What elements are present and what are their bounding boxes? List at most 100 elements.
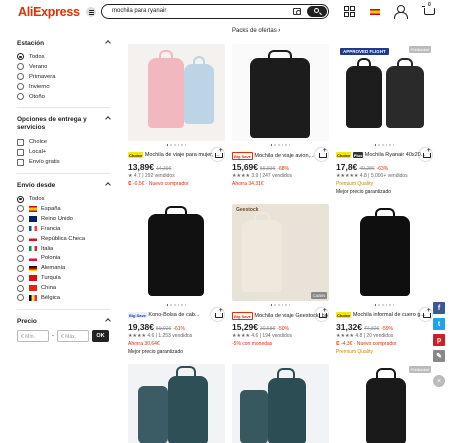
spain-flag-icon[interactable]	[370, 9, 380, 15]
ship-from-option[interactable]: Turquía	[17, 273, 110, 283]
carousel-dot[interactable]	[274, 304, 276, 306]
carousel-dot[interactable]	[177, 144, 180, 146]
product-image[interactable]	[232, 364, 329, 443]
product-image[interactable]	[128, 204, 225, 301]
season-option[interactable]: Primavera	[17, 72, 110, 82]
carousel-dot[interactable]	[274, 144, 276, 146]
carousel-dot[interactable]	[385, 304, 388, 306]
delivery-filter-title[interactable]: Opciones de entrega y servicios	[17, 116, 111, 132]
product-image[interactable]	[232, 44, 329, 141]
edit-icon[interactable]: ✎	[433, 350, 445, 362]
menu-icon[interactable]	[86, 7, 96, 17]
search-input[interactable]: mochila para ryanair	[112, 8, 166, 14]
radio-button[interactable]	[17, 235, 24, 243]
image-carousel-dots[interactable]	[128, 304, 225, 306]
radio-button[interactable]	[17, 195, 24, 203]
product-image[interactable]: Geestock CABIN	[232, 204, 329, 301]
carousel-dot[interactable]	[270, 144, 273, 146]
checkbox[interactable]	[17, 158, 24, 166]
carousel-dot[interactable]	[378, 144, 380, 146]
search-bar[interactable]: mochila para ryanair	[101, 4, 329, 19]
carousel-dot[interactable]	[374, 304, 377, 306]
ship-from-option[interactable]: China	[17, 283, 110, 293]
aliexpress-logo[interactable]: AliExpress	[18, 5, 80, 19]
close-icon[interactable]: ×	[433, 375, 445, 387]
camera-search-icon[interactable]	[293, 8, 301, 15]
season-option[interactable]: Verano	[17, 62, 110, 72]
ship-from-option[interactable]: Bélgica	[17, 293, 110, 303]
ship-from-option[interactable]: Reino Unido	[17, 214, 110, 224]
image-carousel-dots[interactable]	[232, 144, 329, 146]
carousel-dot[interactable]	[170, 304, 172, 306]
carousel-dot[interactable]	[173, 144, 176, 146]
radio-button[interactable]	[17, 83, 24, 91]
carousel-dot[interactable]	[181, 304, 183, 306]
image-carousel-dots[interactable]	[232, 304, 329, 306]
radio-button[interactable]	[17, 53, 24, 61]
carousel-dot[interactable]	[281, 144, 284, 146]
delivery-option[interactable]: Envío gratis	[17, 157, 110, 167]
carousel-dot[interactable]	[288, 144, 291, 146]
account-icon[interactable]	[394, 5, 408, 19]
chevron-up-icon[interactable]	[105, 318, 111, 324]
chevron-up-icon[interactable]	[105, 182, 111, 188]
qr-code-icon[interactable]	[344, 6, 355, 17]
price-ok-button[interactable]: OK	[92, 329, 109, 342]
product-image[interactable]	[128, 364, 225, 443]
carousel-dot[interactable]	[277, 144, 280, 146]
season-option[interactable]: Invierno	[17, 82, 110, 92]
ship-from-option[interactable]: Todos	[17, 194, 110, 204]
carousel-dot[interactable]	[281, 304, 284, 306]
carousel-dot[interactable]	[392, 144, 395, 146]
season-filter-title[interactable]: Estación	[17, 40, 111, 47]
ship-from-option[interactable]: Italia	[17, 244, 110, 254]
chevron-up-icon[interactable]	[105, 116, 111, 123]
packs-de-ofertas-link[interactable]: Packs de ofertas ›	[232, 28, 280, 34]
carousel-dot[interactable]	[277, 304, 280, 306]
delivery-option[interactable]: Local+	[17, 147, 110, 157]
radio-button[interactable]	[17, 245, 24, 253]
radio-button[interactable]	[17, 215, 24, 223]
carousel-dot[interactable]	[285, 304, 287, 306]
radio-button[interactable]	[17, 284, 24, 292]
ship-from-option[interactable]: Alemania	[17, 263, 110, 273]
carousel-dot[interactable]	[374, 144, 377, 146]
radio-button[interactable]	[17, 294, 24, 302]
twitter-share-icon[interactable]: t	[433, 318, 445, 330]
pinterest-share-icon[interactable]: p	[433, 334, 445, 346]
radio-button[interactable]	[17, 254, 24, 262]
season-option[interactable]: Todos	[17, 52, 110, 62]
ship-from-option[interactable]: Polonia	[17, 253, 110, 263]
carousel-dot[interactable]	[381, 144, 384, 146]
carousel-dot[interactable]	[184, 144, 187, 146]
radio-button[interactable]	[17, 93, 24, 100]
season-option[interactable]: Otoño	[17, 92, 110, 102]
ship-from-option[interactable]: España	[17, 204, 110, 214]
radio-button[interactable]	[17, 63, 24, 71]
image-carousel-dots[interactable]	[128, 144, 225, 146]
product-image[interactable]	[128, 44, 225, 141]
price-max-input[interactable]: € Máx.	[57, 329, 89, 342]
product-title[interactable]: Big Save Mochila de viaje avion,...	[232, 152, 328, 160]
price-min-input[interactable]: € Mín.	[17, 329, 49, 342]
carousel-dot[interactable]	[288, 304, 291, 306]
product-image[interactable]	[336, 204, 433, 301]
carousel-dot[interactable]	[285, 144, 287, 146]
carousel-dot[interactable]	[381, 304, 384, 306]
search-button[interactable]	[307, 6, 327, 17]
product-title[interactable]: Big Save Kono-Bolsa de cab...	[128, 312, 224, 318]
checkbox[interactable]	[17, 148, 24, 156]
carousel-dot[interactable]	[166, 144, 169, 146]
chevron-up-icon[interactable]	[105, 40, 111, 46]
image-carousel-dots[interactable]	[336, 144, 433, 146]
carousel-dot[interactable]	[181, 144, 183, 146]
product-title[interactable]: Choice Mochila de viaje para mujer, ...	[128, 152, 224, 158]
price-filter-title[interactable]: Precio	[17, 318, 111, 325]
carousel-dot[interactable]	[392, 304, 395, 306]
radio-button[interactable]	[17, 225, 24, 233]
carousel-dot[interactable]	[173, 304, 176, 306]
checkbox[interactable]	[17, 138, 24, 146]
carousel-dot[interactable]	[166, 304, 169, 306]
carousel-dot[interactable]	[378, 304, 380, 306]
ship-from-option[interactable]: Francia	[17, 224, 110, 234]
